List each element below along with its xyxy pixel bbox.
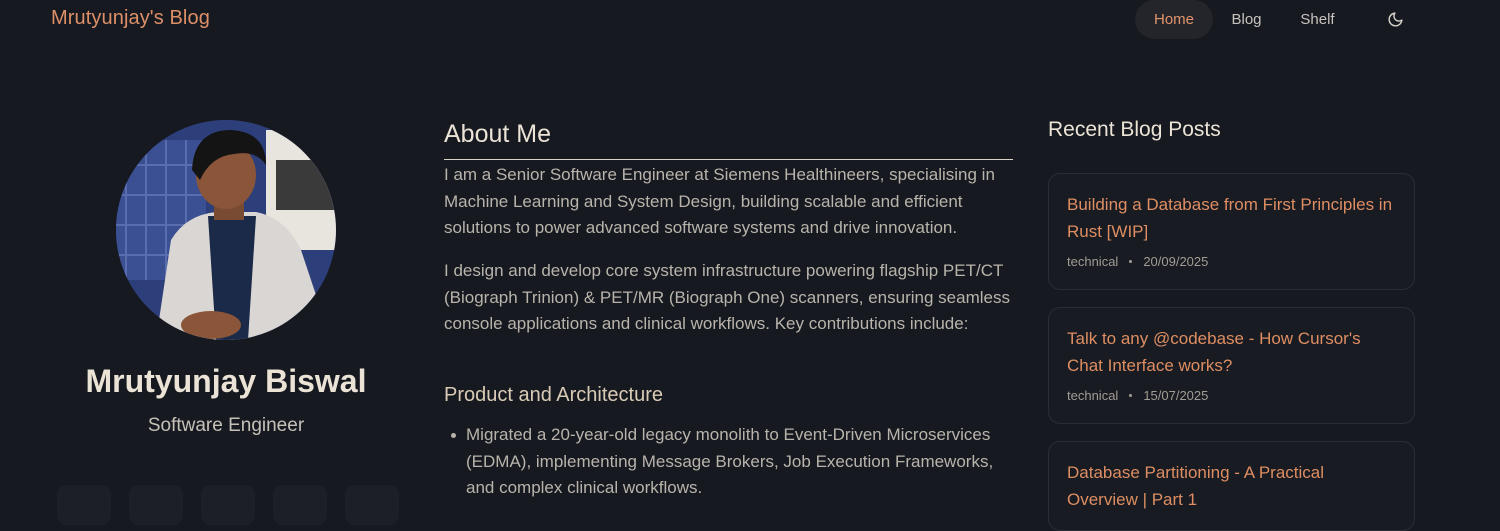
site-brand-link[interactable]: Mrutyunjay's Blog: [51, 7, 210, 30]
post-card[interactable]: Talk to any @codebase - How Cursor's Cha…: [1048, 307, 1415, 424]
post-meta: technical 20/09/2025: [1067, 254, 1396, 269]
nav-shelf[interactable]: Shelf: [1280, 0, 1355, 39]
meta-separator: [1129, 260, 1133, 263]
list-item: Migrated a 20-year-old legacy monolith t…: [451, 422, 1026, 502]
nav-blog[interactable]: Blog: [1213, 0, 1280, 39]
post-title-link[interactable]: Talk to any @codebase - How Cursor's Cha…: [1067, 326, 1396, 379]
social-link-button[interactable]: [345, 485, 399, 525]
social-link-button[interactable]: [57, 485, 111, 525]
about-divider: [444, 159, 1013, 160]
social-link-button[interactable]: [201, 485, 255, 525]
profile-avatar: [116, 120, 336, 340]
moon-icon: [1388, 12, 1403, 27]
nav-home[interactable]: Home: [1135, 0, 1213, 39]
post-date: 15/07/2025: [1143, 388, 1209, 403]
about-paragraph: I am a Senior Software Engineer at Sieme…: [444, 165, 995, 237]
main-nav: Home Blog Shelf: [1135, 0, 1435, 39]
profile-name: Mrutyunjay Biswal: [85, 363, 367, 399]
social-link-button[interactable]: [273, 485, 327, 525]
recent-posts-title: Recent Blog Posts: [1048, 118, 1221, 141]
post-card[interactable]: Database Partitioning - A Practical Over…: [1048, 441, 1415, 531]
post-category: technical: [1067, 388, 1119, 403]
about-paragraph: I design and develop core system infrast…: [444, 261, 1010, 333]
meta-separator: [1129, 394, 1133, 397]
social-links: [57, 485, 399, 525]
post-title-link[interactable]: Database Partitioning - A Practical Over…: [1067, 460, 1396, 513]
section-subheading: Product and Architecture: [444, 384, 664, 406]
post-date: 20/09/2025: [1143, 254, 1209, 269]
post-category: technical: [1067, 254, 1119, 269]
about-title: About Me: [444, 120, 552, 148]
profile-photo: [116, 120, 336, 340]
theme-toggle-button[interactable]: [1355, 0, 1435, 39]
post-title-link[interactable]: Building a Database from First Principle…: [1067, 192, 1396, 245]
profile-role: Software Engineer: [147, 415, 305, 436]
site-header: Mrutyunjay's Blog Home Blog Shelf: [0, 0, 1500, 40]
post-meta: technical 15/07/2025: [1067, 388, 1396, 403]
social-link-button[interactable]: [129, 485, 183, 525]
contributions-list: Migrated a 20-year-old legacy monolith t…: [451, 422, 1026, 502]
post-card[interactable]: Building a Database from First Principle…: [1048, 173, 1415, 290]
